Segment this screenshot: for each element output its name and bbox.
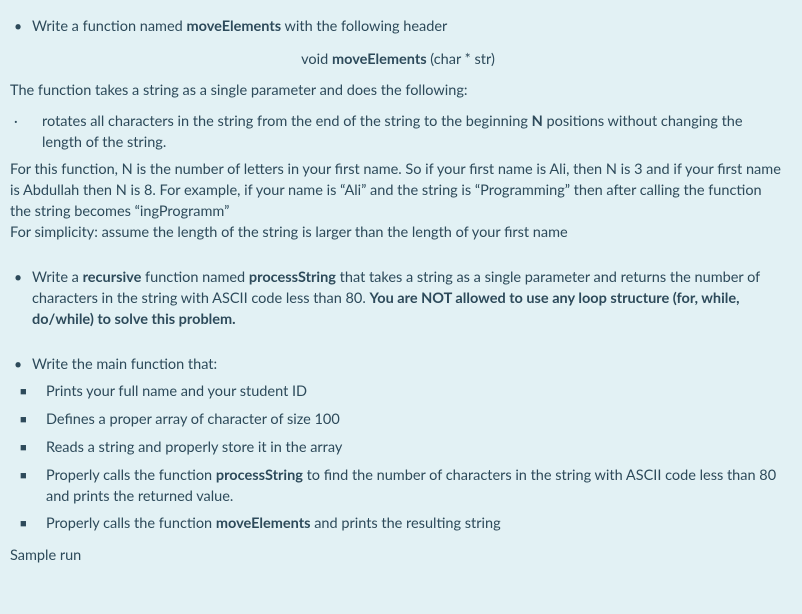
fn-name: processString (216, 467, 303, 484)
bullet-body: Properly calls the function moveElements… (46, 513, 786, 534)
text: Properly calls the function (46, 515, 216, 532)
q1-example: For this function, N is the number of le… (10, 159, 786, 243)
bullet-body: Write a function named moveElements with… (32, 16, 786, 37)
bullet-body: Write a recursive function named process… (32, 267, 786, 330)
text: Reads a string and properly store it in … (46, 439, 342, 456)
fn-name: moveElements (332, 51, 427, 68)
bullet-body: Defines a proper array of character of s… (46, 409, 786, 430)
assignment-document: • Write a function named moveElements wi… (0, 0, 802, 580)
text: rotates all characters in the string fro… (42, 113, 532, 130)
square-bullet-icon: ■ (10, 513, 46, 535)
square-bullet-icon: ■ (10, 437, 46, 459)
square-bullet-icon: ■ (10, 465, 46, 487)
fn-name: moveElements (186, 18, 281, 35)
bullet-body: Reads a string and properly store it in … (46, 437, 786, 458)
square-bullet-icon: ■ (10, 409, 46, 431)
bullet-moveelements: • Write a function named moveElements wi… (10, 16, 786, 37)
text: Write a function named (32, 18, 186, 35)
main-item-2: ■ Defines a proper array of character of… (10, 409, 786, 431)
square-bullet-icon: ■ (10, 381, 46, 403)
main-item-4: ■ Properly calls the function processStr… (10, 465, 786, 507)
bullet-dot-icon: • (10, 16, 32, 36)
bullet-dot-icon: • (10, 267, 32, 287)
text: with the following header (281, 18, 447, 35)
fn-name: processString (249, 269, 336, 286)
text: and prints the resulting string (310, 515, 500, 532)
text: function named (141, 269, 249, 286)
text: Write the main function that: (32, 356, 217, 373)
main-item-3: ■ Reads a string and properly store it i… (10, 437, 786, 459)
q1-rotate-bullet: · rotates all characters in the string f… (10, 111, 786, 153)
bullet-body: Properly calls the function processStrin… (46, 465, 786, 507)
text: Write a (32, 269, 83, 286)
text: For this function, N is the number of le… (10, 161, 781, 220)
bullet-dot-icon: • (10, 354, 32, 374)
recursive-bold: recursive (83, 269, 142, 286)
function-signature: void moveElements (char * str) (10, 49, 786, 70)
return-type: void (301, 51, 332, 68)
fn-name: moveElements (216, 515, 311, 532)
n-bold: N (532, 113, 543, 130)
text: Defines a proper array of character of s… (46, 411, 340, 428)
q1-description: The function takes a string as a single … (10, 80, 786, 101)
text: Prints your full name and your student I… (46, 383, 307, 400)
main-item-5: ■ Properly calls the function moveElemen… (10, 513, 786, 535)
bullet-body: Prints your full name and your student I… (46, 381, 786, 402)
bullet-middot-icon: · (10, 111, 42, 131)
bullet-body: rotates all characters in the string fro… (42, 111, 786, 153)
fn-args: (char * str) (427, 51, 495, 68)
sample-run-heading: Sample run (10, 545, 786, 566)
text: For simplicity: assume the length of the… (10, 224, 568, 241)
bullet-body: Write the main function that: (32, 354, 786, 375)
bullet-main: • Write the main function that: (10, 354, 786, 375)
main-item-1: ■ Prints your full name and your student… (10, 381, 786, 403)
text: Properly calls the function (46, 467, 216, 484)
bullet-processstring: • Write a recursive function named proce… (10, 267, 786, 330)
